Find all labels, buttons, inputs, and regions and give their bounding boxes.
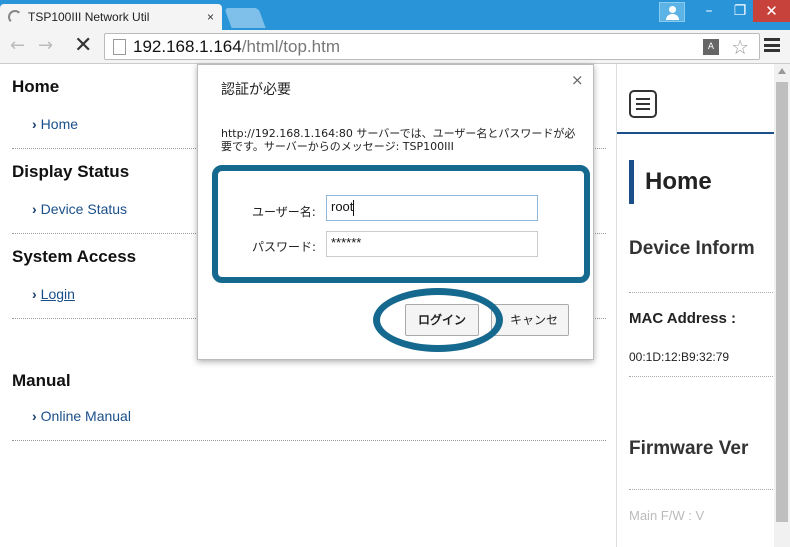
close-window-button[interactable]: ✕ (753, 0, 790, 22)
divider (629, 292, 774, 293)
nav-heading-manual: Manual (12, 371, 71, 390)
title-accent-bar (629, 160, 634, 204)
browser-toolbar: ← → ✕ 192.168.1.164/html/top.htm A ☆ (0, 30, 790, 64)
chevron-right-icon: › (32, 408, 37, 424)
user-profile-icon[interactable] (659, 2, 685, 22)
divider (629, 376, 774, 377)
browser-tab[interactable]: TSP100III Network Util × (0, 4, 222, 30)
mac-address-value: 00:1D:12:B9:32:79 (629, 350, 730, 364)
nav-heading-system-access: System Access (12, 247, 137, 266)
nav-heading-display-status: Display Status (12, 162, 130, 181)
main-content-panel: Home Device Inform MAC Address : 00:1D:1… (616, 64, 774, 547)
username-input[interactable]: root (326, 195, 538, 221)
hamburger-menu-icon[interactable] (629, 90, 657, 118)
window-titlebar: TSP100III Network Util × – ❐ ✕ (0, 0, 790, 30)
dialog-message: http://192.168.1.164:80 サーバーでは、ユーザー名とパスワ… (221, 127, 576, 153)
new-tab-button[interactable] (224, 8, 266, 28)
maximize-button[interactable]: ❐ (724, 0, 756, 22)
url-host: 192.168.1.164 (133, 37, 242, 56)
divider (12, 440, 606, 441)
url-text[interactable]: 192.168.1.164/html/top.htm (133, 37, 340, 57)
minimize-button[interactable]: – (693, 0, 725, 22)
nav-link-login[interactable]: › Login (32, 286, 75, 302)
main-firmware-label: Main F/W : V (629, 508, 705, 523)
mac-address-label: MAC Address : (629, 310, 736, 327)
device-info-heading: Device Inform (629, 238, 755, 259)
chevron-right-icon: › (32, 286, 37, 302)
login-button-highlight (373, 288, 503, 352)
firmware-heading: Firmware Ver (629, 438, 749, 459)
tab-title: TSP100III Network Util (28, 10, 150, 24)
vertical-scrollbar[interactable] (774, 64, 790, 547)
translate-icon[interactable]: A (703, 39, 719, 55)
password-label: パスワード: (252, 240, 317, 254)
page-icon (113, 39, 126, 55)
url-path: /html/top.htm (241, 37, 340, 56)
nav-link-online-manual[interactable]: › Online Manual (32, 408, 131, 424)
loading-spinner-icon (8, 10, 22, 24)
credentials-highlight (212, 165, 590, 283)
forward-arrow-icon[interactable]: → (38, 35, 53, 56)
tab-close-icon[interactable]: × (207, 4, 214, 30)
stop-loading-icon[interactable]: ✕ (74, 33, 92, 58)
nav-link-device-status[interactable]: › Device Status (32, 201, 127, 217)
scroll-up-arrow-icon[interactable] (778, 68, 786, 74)
header-rule (617, 132, 774, 134)
bookmark-star-icon[interactable]: ☆ (731, 35, 749, 59)
dialog-title: 認証が必要 (221, 82, 291, 98)
page-title: Home (645, 168, 712, 195)
chevron-right-icon: › (32, 201, 37, 217)
text-cursor (353, 199, 355, 216)
browser-menu-icon[interactable] (764, 38, 780, 52)
username-label: ユーザー名: (252, 205, 316, 219)
address-bar[interactable]: 192.168.1.164/html/top.htm A ☆ (104, 33, 760, 60)
nav-heading-home: Home (12, 77, 60, 96)
back-arrow-icon[interactable]: ← (10, 35, 25, 56)
scroll-thumb[interactable] (776, 82, 788, 522)
divider (629, 489, 774, 490)
nav-link-home[interactable]: › Home (32, 116, 78, 132)
dialog-close-icon[interactable]: × (571, 71, 584, 89)
password-input[interactable]: ****** (326, 231, 538, 257)
chevron-right-icon: › (32, 116, 37, 132)
